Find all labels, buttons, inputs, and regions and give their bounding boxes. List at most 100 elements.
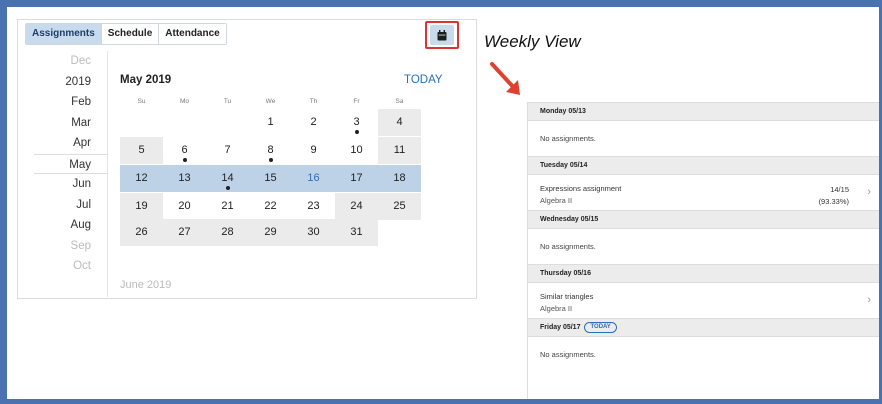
day-27[interactable]: 27 <box>163 219 206 246</box>
year-label: 2019 <box>65 75 91 88</box>
day-23[interactable]: 23 <box>292 193 335 220</box>
assignment-score: 14/15 (93.33%) <box>819 184 849 208</box>
calendar-month-title: May 2019 <box>120 74 172 86</box>
weekly-assignment-list: Monday 05/13 No assignments. Tuesday 05/… <box>527 102 879 399</box>
day-22[interactable]: 22 <box>249 193 292 220</box>
month-may[interactable]: May <box>34 153 107 174</box>
month-jul[interactable]: Jul <box>34 195 107 216</box>
weekly-view-toggle-button[interactable] <box>425 21 459 49</box>
month-picker: Dec 2019 Feb Mar Apr May Jun Jul Aug Sep… <box>34 51 108 297</box>
day-number: 31 <box>350 226 363 238</box>
day-header-label: Wednesday 05/15 <box>540 216 599 223</box>
month-jun[interactable]: Jun <box>34 174 107 195</box>
score-percent: (93.33%) <box>818 197 849 206</box>
day-6[interactable]: 6 <box>163 137 206 164</box>
today-badge: TODAY <box>584 322 617 333</box>
day-number: 30 <box>307 226 320 238</box>
month-sep[interactable]: Sep <box>34 236 107 257</box>
day-number: 4 <box>396 116 403 128</box>
assignment-dot <box>182 158 187 162</box>
day-29[interactable]: 29 <box>249 219 292 246</box>
day-4[interactable]: 4 <box>378 109 421 136</box>
day-31[interactable]: 31 <box>335 219 378 246</box>
day-number: 1 <box>267 116 274 128</box>
day-header-tuesday: Tuesday 05/14 <box>528 156 879 175</box>
day-8[interactable]: 8 <box>249 137 292 164</box>
day-number: 11 <box>393 144 406 156</box>
day-number: 27 <box>178 226 191 238</box>
day-number: 6 <box>181 144 188 156</box>
day-10[interactable]: 10 <box>335 137 378 164</box>
day-number: 25 <box>393 200 406 212</box>
day-21[interactable]: 21 <box>206 193 249 220</box>
weekly-view-annotation: Weekly View <box>484 32 581 51</box>
day-26[interactable]: 26 <box>120 219 163 246</box>
score-fraction: 14/15 <box>830 185 849 194</box>
day-header-friday: Friday 05/17 TODAY <box>528 318 879 337</box>
day-number: 21 <box>221 200 234 212</box>
day-1[interactable]: 1 <box>249 109 292 136</box>
day-13[interactable]: 13 <box>163 165 206 192</box>
day-14[interactable]: 14 <box>206 165 249 192</box>
day-24[interactable]: 24 <box>335 193 378 220</box>
day-number: 7 <box>224 144 231 156</box>
day-16-today[interactable]: 16 <box>292 165 335 192</box>
day-number: 22 <box>264 200 277 212</box>
day-18[interactable]: 18 <box>378 165 421 192</box>
weekday-thu: Th <box>309 98 318 105</box>
today-button[interactable]: TODAY <box>404 74 443 86</box>
weekday-sun: Su <box>137 98 146 105</box>
day-12[interactable]: 12 <box>120 165 163 192</box>
day-header-label: Thursday 05/16 <box>540 270 591 277</box>
assignment-row-similar-triangles[interactable]: Similar triangles Algebra II › <box>528 283 879 318</box>
day-3[interactable]: 3 <box>335 109 378 136</box>
tab-assignments[interactable]: Assignments <box>26 24 102 44</box>
next-month-title: June 2019 <box>120 279 172 291</box>
day-30[interactable]: 30 <box>292 219 335 246</box>
day-number: 19 <box>135 200 148 212</box>
day-number: 15 <box>264 172 277 184</box>
tab-schedule[interactable]: Schedule <box>101 24 160 44</box>
day-19[interactable]: 19 <box>120 193 163 220</box>
day-7[interactable]: 7 <box>206 137 249 164</box>
weekday-sat: Sa <box>395 98 404 105</box>
month-oct[interactable]: Oct <box>34 256 107 277</box>
no-assignments-row: No assignments. <box>528 337 879 372</box>
day-11[interactable]: 11 <box>378 137 421 164</box>
assignment-row-expressions[interactable]: Expressions assignment Algebra II 14/15 … <box>528 175 879 210</box>
day-5[interactable]: 5 <box>120 137 163 164</box>
chevron-right-icon: › <box>867 294 871 306</box>
day-9[interactable]: 9 <box>292 137 335 164</box>
assignment-dot <box>268 158 273 162</box>
month-aug[interactable]: Aug <box>34 215 107 236</box>
assignment-title: Expressions assignment <box>540 184 622 193</box>
weekday-mon: Mo <box>179 98 190 105</box>
day-header-label: Friday 05/17 <box>540 324 581 331</box>
chevron-right-icon: › <box>867 186 871 198</box>
day-number: 9 <box>310 144 317 156</box>
day-number: 16 <box>307 172 320 184</box>
month-feb[interactable]: Feb <box>34 92 107 113</box>
day-number: 29 <box>264 226 277 238</box>
empty-message: No assignments. <box>540 134 596 143</box>
day-17[interactable]: 17 <box>335 165 378 192</box>
assignment-dot <box>225 186 230 190</box>
red-arrow-icon <box>490 62 520 95</box>
empty-message: No assignments. <box>540 242 596 251</box>
month-mar[interactable]: Mar <box>34 113 107 134</box>
day-2[interactable]: 2 <box>292 109 335 136</box>
weekday-tue: Tu <box>223 98 232 105</box>
month-apr[interactable]: Apr <box>34 133 107 154</box>
day-20[interactable]: 20 <box>163 193 206 220</box>
day-number: 28 <box>221 226 234 238</box>
assignment-dot <box>354 130 359 134</box>
day-28[interactable]: 28 <box>206 219 249 246</box>
day-15[interactable]: 15 <box>249 165 292 192</box>
day-25[interactable]: 25 <box>378 193 421 220</box>
day-number: 3 <box>353 116 360 128</box>
month-dec[interactable]: Dec <box>34 51 107 72</box>
day-number: 2 <box>310 116 317 128</box>
no-assignments-row: No assignments. <box>528 229 879 264</box>
day-header-label: Monday 05/13 <box>540 108 586 115</box>
tab-attendance[interactable]: Attendance <box>159 24 226 44</box>
